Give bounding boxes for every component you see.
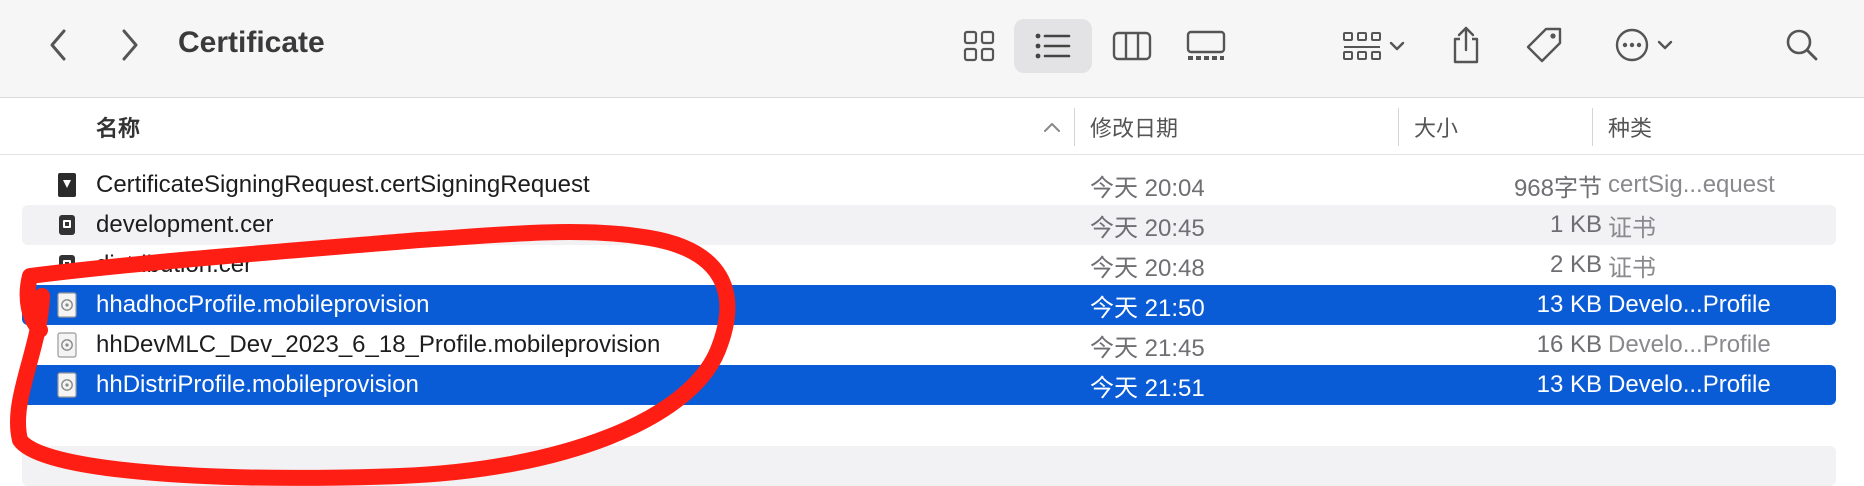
file-name: development.cer [96,211,274,238]
file-name: distribution.cer [96,251,253,278]
certificate-icon [56,205,78,245]
file-size: 13 KB [1536,291,1602,318]
file-modified-date: 今天 21:51 [1090,374,1205,402]
file-kind: 证书 [1608,214,1656,242]
cert-request-icon [56,165,78,205]
group-by-button[interactable] [1334,25,1414,67]
chevron-left-icon [50,29,66,61]
empty-list-row [22,446,1836,486]
file-size: 13 KB [1536,371,1602,398]
column-divider[interactable] [1592,108,1593,146]
column-divider[interactable] [1398,108,1399,146]
file-row[interactable]: CertificateSigningRequest.certSigningReq… [22,165,1836,205]
file-modified-date: 今天 21:50 [1090,294,1205,322]
provisioning-profile-icon [56,365,78,405]
more-actions-button[interactable] [1604,22,1684,68]
chevron-right-icon [122,29,138,61]
column-header-kind[interactable]: 种类 [1608,99,1652,155]
chevron-down-icon [1389,41,1405,51]
column-view-icon [1112,31,1152,61]
file-name: CertificateSigningRequest.certSigningReq… [96,171,590,198]
chevron-down-icon [1657,40,1673,50]
icon-view-button[interactable] [958,25,1000,67]
file-name: hhadhocProfile.mobileprovision [96,291,430,318]
sort-ascending-icon[interactable] [1040,115,1064,139]
list-view-button[interactable] [1014,19,1092,73]
file-row[interactable]: development.cer 今天 20:45 1 KB 证书 [22,205,1836,245]
column-divider[interactable] [1074,108,1075,146]
search-icon [1786,29,1818,61]
file-size: 968字节 [1513,174,1602,202]
icon-grid-icon [963,30,995,62]
ellipsis-circle-icon [1615,28,1649,62]
tag-button[interactable] [1522,22,1566,68]
back-button[interactable] [38,22,78,68]
file-kind: Develo...Profile [1608,371,1771,398]
column-header-name[interactable]: 名称 [96,99,140,155]
tag-icon [1526,27,1562,63]
column-header-size[interactable]: 大小 [1414,99,1458,155]
gallery-view-button[interactable] [1184,25,1228,67]
column-view-button[interactable] [1110,25,1154,67]
file-modified-date: 今天 20:45 [1090,214,1205,242]
file-row[interactable]: hhDistriProfile.mobileprovision 今天 21:51 1… [22,365,1836,405]
toolbar: Certificate [0,0,1864,98]
file-kind: 证书 [1608,254,1656,282]
file-name: hhDistriProfile.mobileprovision [96,371,419,398]
provisioning-profile-icon [56,285,78,325]
file-kind: Develo...Profile [1608,331,1771,358]
file-size: 1 KB [1549,211,1602,238]
share-icon [1453,26,1479,64]
window-title: Certificate [178,26,325,59]
file-modified-date: 今天 21:45 [1090,334,1205,362]
search-button[interactable] [1780,22,1824,68]
forward-button[interactable] [110,22,150,68]
file-size: 16 KB [1536,331,1602,358]
file-size: 2 KB [1549,251,1602,278]
file-kind: certSig...equest [1608,171,1775,198]
column-header: 名称 修改日期 大小 种类 [0,99,1864,155]
list-view-icon [1035,33,1071,59]
file-kind: Develo...Profile [1608,291,1771,318]
file-modified-date: 今天 20:48 [1090,254,1205,282]
file-name: hhDevMLC_Dev_2023_6_18_Profile.mobilepro… [96,331,661,358]
provisioning-profile-icon [56,325,78,365]
group-by-icon [1343,32,1381,60]
file-modified-date: 今天 20:04 [1090,174,1205,202]
gallery-view-icon [1186,30,1226,60]
file-row[interactable]: distribution.cer 今天 20:48 2 KB 证书 [22,245,1836,285]
file-row[interactable]: hhadhocProfile.mobileprovision 今天 21:50 13… [22,285,1836,325]
certificate-icon [56,245,78,285]
file-row[interactable]: hhDevMLC_Dev_2023_6_18_Profile.mobilepro… [22,325,1836,365]
column-header-date[interactable]: 修改日期 [1090,99,1178,155]
share-button[interactable] [1446,20,1486,70]
